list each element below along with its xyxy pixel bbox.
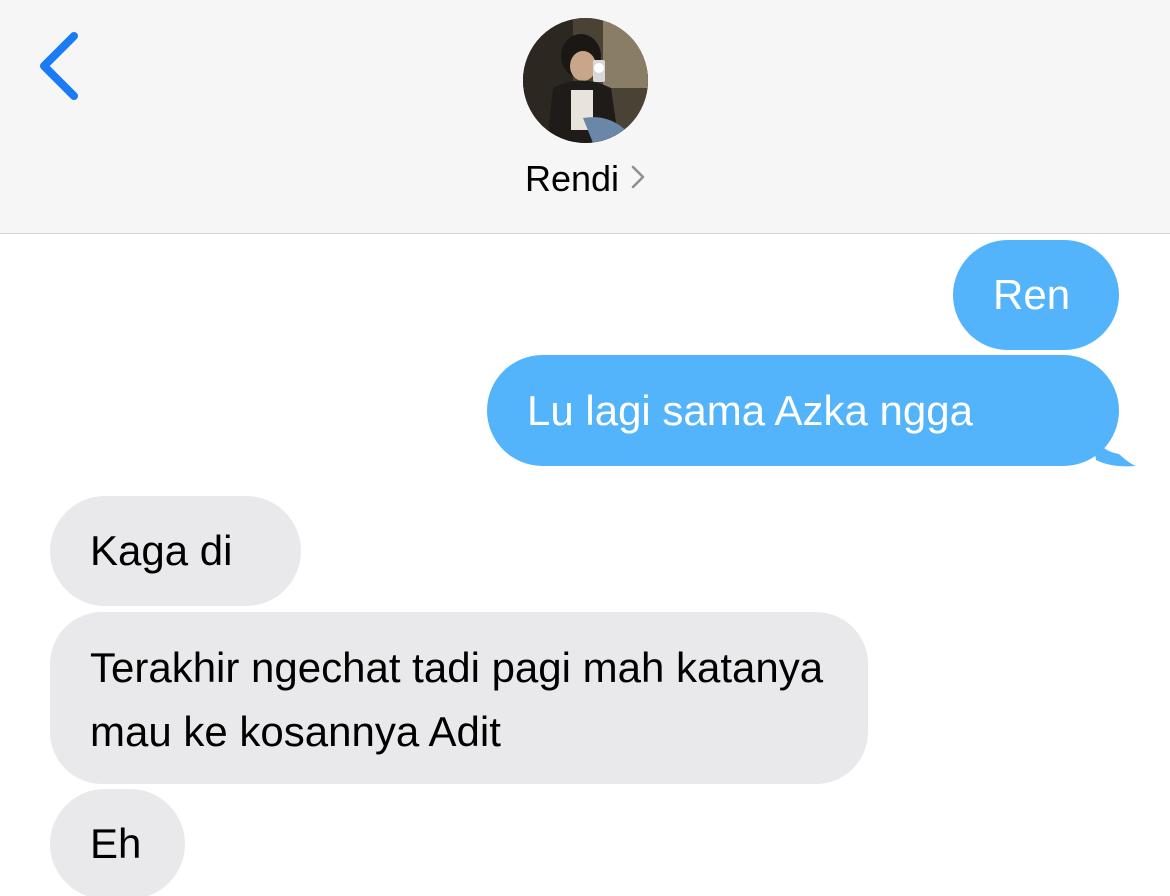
contact-details-link[interactable]: Rendi	[0, 155, 1170, 203]
sent-message-bubble[interactable]: Lu lagi sama Azka ngga	[487, 355, 1119, 466]
contact-name: Rendi	[524, 158, 620, 199]
contact-avatar[interactable]	[523, 18, 648, 143]
received-message-bubble[interactable]: Eh	[50, 789, 185, 896]
chevron-right-icon	[631, 165, 645, 189]
received-message-bubble[interactable]: Kaga di	[50, 496, 301, 606]
back-button[interactable]	[26, 26, 90, 110]
bubble-tail	[1090, 420, 1136, 467]
sent-message-bubble[interactable]: Ren	[953, 240, 1119, 350]
chat-screen: Rendi Ren Lu lagi sama Azka ngga Kaga di…	[0, 0, 1170, 896]
received-message-bubble[interactable]: Terakhir ngechat tadi pagi mah katanya m…	[50, 612, 868, 784]
conversation-header: Rendi	[0, 0, 1170, 234]
chevron-left-icon	[40, 32, 78, 100]
